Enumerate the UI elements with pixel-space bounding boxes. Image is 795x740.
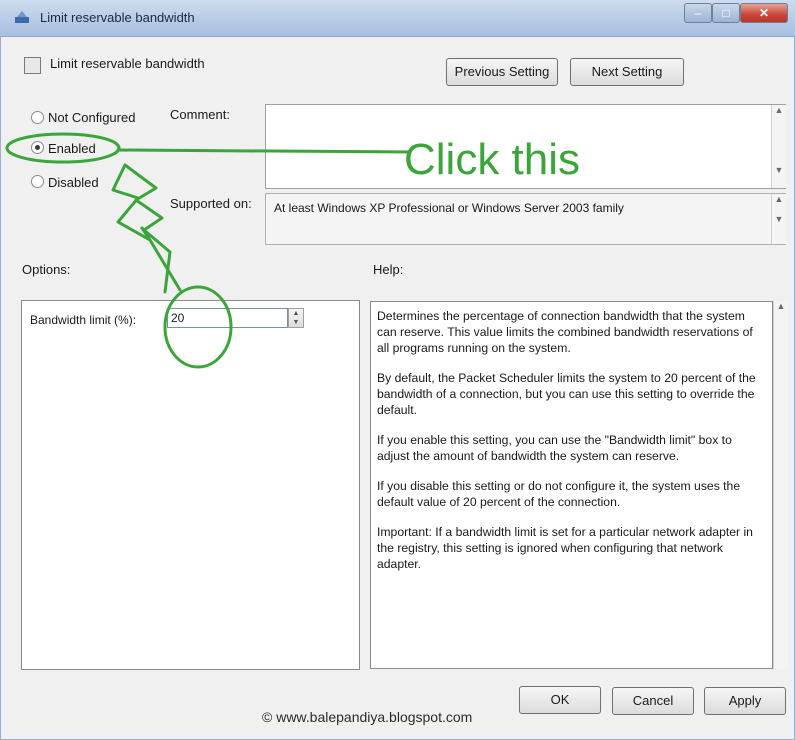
tutorial-annotation: Click this: [5, 132, 580, 369]
callout-line: [116, 148, 412, 154]
enabled-highlight-ellipse: [5, 132, 121, 164]
click-this-annotation: Click this: [404, 135, 580, 184]
lightning-arrow: [111, 163, 182, 294]
input-highlight-ellipse: [163, 285, 233, 369]
